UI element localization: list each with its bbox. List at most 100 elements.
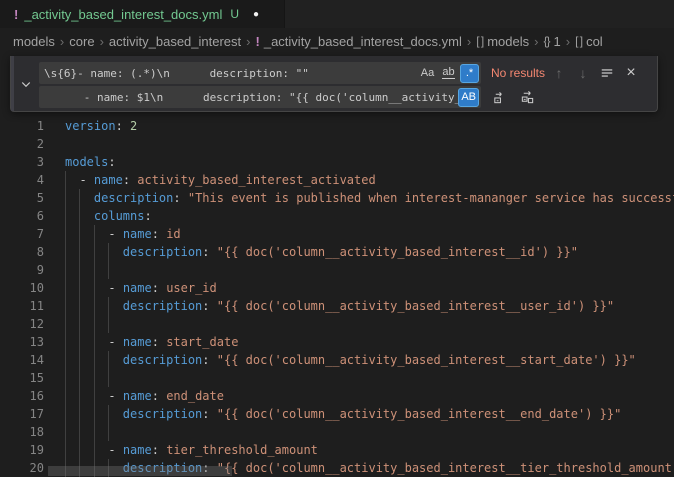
line-number: 11 [0,297,44,315]
breadcrumb-separator-icon: › [566,34,570,49]
line-number: 13 [0,333,44,351]
line-number: 10 [0,279,44,297]
replace-icon [492,90,507,105]
code-line[interactable]: 7 - name: id [0,225,674,243]
line-content: - name: tier_threshold_amount [65,441,674,459]
arrow-up-icon: ↑ [556,65,563,81]
breadcrumb-item[interactable]: activity_based_interest [109,34,241,49]
line-content: description: "{{ doc('column__activity_b… [65,243,674,261]
breadcrumb-label: col [586,34,603,49]
next-match-button[interactable]: ↓ [573,63,593,83]
match-case-button[interactable]: Aa [418,64,437,83]
find-in-selection-button[interactable] [597,63,617,83]
use-regex-button[interactable]: .* [460,64,479,83]
breadcrumb-label: core [69,34,94,49]
code-line[interactable]: 10 - name: user_id [0,279,674,297]
horizontal-scrollbar-thumb[interactable] [48,466,232,476]
breadcrumb-item[interactable]: core [69,34,94,49]
symbol-array-icon: [ ] [575,34,582,48]
line-number: 20 [0,459,44,477]
line-number: 4 [0,171,44,189]
code-line[interactable]: 15 [0,369,674,387]
code-line[interactable]: 4 - name: activity_based_interest_activa… [0,171,674,189]
breadcrumb-label: 1 [553,34,560,49]
unsaved-dot-icon[interactable]: ● [253,9,259,20]
line-content: description: "{{ doc('column__activity_b… [65,297,674,315]
breadcrumb-item[interactable]: [ ] col [575,34,603,49]
git-untracked-badge: U [230,7,239,21]
replace-value-text: - name: $1\n description: "{{ doc('colum… [44,91,458,104]
line-number: 3 [0,153,44,171]
preserve-case-button[interactable]: AB [458,88,479,107]
code-line[interactable]: 2 [0,135,674,153]
code-line[interactable]: 9 [0,261,674,279]
replace-input[interactable]: - name: $1\n description: "{{ doc('colum… [39,86,481,108]
line-content [65,315,674,333]
breadcrumb-label: _activity_based_interest_docs.yml [264,34,462,49]
whole-word-button[interactable]: ab [439,64,458,83]
code-line[interactable]: 5 description: "This event is published … [0,189,674,207]
close-icon: × [626,64,635,82]
line-content: version: 2 [65,117,674,135]
line-number: 17 [0,405,44,423]
symbol-array-icon: [ ] [476,34,483,48]
breadcrumb-label: models [13,34,55,49]
code-line[interactable]: 6 columns: [0,207,674,225]
line-content [65,135,674,153]
line-number: 6 [0,207,44,225]
find-input[interactable]: \s{6}- name: (.*)\n description: "" Aa a… [39,62,481,84]
code-line[interactable]: 3 models: [0,153,674,171]
arrow-down-icon: ↓ [580,65,587,81]
replace-all-button[interactable] [517,87,537,107]
line-number: 5 [0,189,44,207]
replace-all-icon [520,90,535,105]
previous-match-button[interactable]: ↑ [549,63,569,83]
code-line[interactable]: 8 description: "{{ doc('column__activity… [0,243,674,261]
tab-filename: _activity_based_interest_docs.yml [24,7,222,22]
breadcrumb-item[interactable]: models [13,34,55,49]
toggle-replace-button[interactable] [17,75,35,93]
line-content: description: "This event is published wh… [65,189,674,207]
code-line[interactable]: 18 [0,423,674,441]
code-line[interactable]: 12 [0,315,674,333]
code-line[interactable]: 17 description: "{{ doc('column__activit… [0,405,674,423]
code-line[interactable]: 1 version: 2 [0,117,674,135]
breadcrumb-separator-icon: › [60,34,64,49]
line-content [65,369,674,387]
breadcrumb-item[interactable]: ! _activity_based_interest_docs.yml [256,34,462,49]
line-number: 15 [0,369,44,387]
code-line[interactable]: 13 - name: start_date [0,333,674,351]
find-results-count: No results [491,66,545,80]
line-content: models: [65,153,674,171]
yaml-warning-icon: ! [256,34,260,49]
code-line[interactable]: 19 - name: tier_threshold_amount [0,441,674,459]
breadcrumb-item[interactable]: [ ] models [476,34,529,49]
line-content [65,423,674,441]
code-line[interactable]: 14 description: "{{ doc('column__activit… [0,351,674,369]
line-content: description: "{{ doc('column__activity_b… [65,351,674,369]
line-number: 8 [0,243,44,261]
breadcrumb-separator-icon: › [467,34,471,49]
replace-button[interactable] [489,87,509,107]
code-line[interactable]: 16 - name: end_date [0,387,674,405]
breadcrumb-label: activity_based_interest [109,34,241,49]
line-content: - name: activity_based_interest_activate… [65,171,674,189]
code-lines: 1 version: 2 2 3 models: 4 - name: activ… [0,117,674,477]
code-line[interactable]: 11 description: "{{ doc('column__activit… [0,297,674,315]
breadcrumb-label: models [487,34,529,49]
find-widget-resize-sash[interactable] [11,56,14,111]
line-content: description: "{{ doc('column__activity_b… [65,405,674,423]
find-replace-widget: \s{6}- name: (.*)\n description: "" Aa a… [10,56,658,112]
line-number: 16 [0,387,44,405]
editor-tab[interactable]: ! _activity_based_interest_docs.yml U ● [0,0,285,28]
breadcrumb-separator-icon: › [246,34,250,49]
line-number: 1 [0,117,44,135]
line-number: 9 [0,261,44,279]
line-content: - name: start_date [65,333,674,351]
line-content: - name: end_date [65,387,674,405]
line-content: - name: user_id [65,279,674,297]
close-find-button[interactable]: × [621,63,641,83]
symbol-object-icon: {} [543,34,549,48]
breadcrumb-item[interactable]: {} 1 [543,34,560,49]
breadcrumb-separator-icon: › [534,34,538,49]
